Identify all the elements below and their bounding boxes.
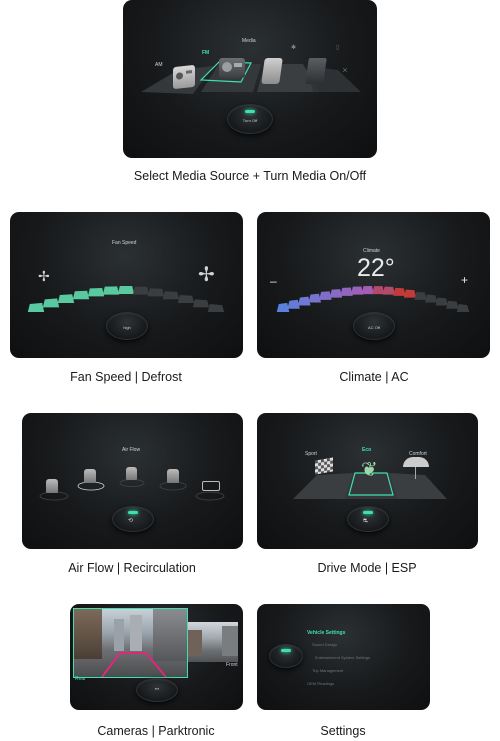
climate-segment-1[interactable] [287,299,300,309]
climate-knob[interactable]: AC Off [353,312,395,340]
climate-segment-9[interactable] [372,286,385,295]
airflow-knob[interactable]: ⟲ [112,506,154,532]
fan-segment-7[interactable] [132,286,150,295]
rear-camera-view[interactable] [73,608,188,678]
settings-caption: Settings [320,724,366,738]
radio-icon[interactable] [219,58,245,78]
parking-guidelines [101,652,167,677]
drive-knob-indicator [363,511,373,515]
climate-segment-13[interactable] [414,291,427,300]
settings-knob[interactable] [269,644,303,668]
climate-segment-4[interactable] [319,291,332,300]
front-camera-view[interactable] [188,622,238,662]
fan-knob[interactable]: high [106,312,148,340]
fan-segment-6[interactable] [117,286,135,294]
airflow-caption: Air Flow | Recirculation [68,561,196,575]
phone-small-icon: ▯ [336,45,340,51]
media-knob[interactable]: Turn Off [227,104,273,134]
cameras-panel: Rear Front ▪▪▪ [70,604,243,710]
plant-icon[interactable]: ❦ [361,457,378,482]
camera-label-front[interactable]: Front [226,662,238,668]
media-carousel [141,61,361,94]
camera-label-rear[interactable]: Rear [75,676,86,682]
climate-panel: Climate 22° – + AC Off [257,212,490,358]
seat-body-icon[interactable] [84,469,96,483]
settings-item-sound-design[interactable]: Sound Design [312,642,337,647]
settings-item-trip-management[interactable]: Trip Management [312,668,343,673]
fan-segment-1[interactable] [42,298,60,308]
seat-feet-icon[interactable] [46,479,58,493]
fan-segment-5[interactable] [102,286,120,295]
climate-segment-16[interactable] [446,300,459,309]
bluetooth-off-icon[interactable]: ⨯ [342,66,348,74]
settings-panel: Vehicle Settings Sound Design Entertainm… [257,604,430,710]
settings-item-entertainment[interactable]: Entertainment System Settings [315,655,370,660]
media-label-am[interactable]: AM [155,62,163,68]
fan-low-icon[interactable]: ✢ [38,268,50,285]
climate-segment-15[interactable] [435,297,449,306]
climate-segment-11[interactable] [393,287,406,296]
fan-segment-12[interactable] [207,304,225,312]
climate-segment-0[interactable] [276,302,290,312]
media-knob-label: Turn Off [242,118,258,124]
bluetooth-icon: ✱ [291,45,297,51]
radio-icon[interactable] [173,64,195,90]
climate-knob-label: AC Off [368,325,380,331]
settings-item-oem-readings[interactable]: OEM Readings [307,681,334,686]
parktronic-icon: ▪▪▪ [154,686,160,691]
beach-umbrella-pole-icon [415,467,416,479]
media-label-media[interactable]: Media [242,38,256,44]
fan-panel: Fan Speed ✢ ✢ high [10,212,243,358]
drive-panel: Sport Eco Comfort ❦ ⛐ [257,413,478,549]
climate-segment-10[interactable] [382,286,396,295]
drive-label-sport[interactable]: Sport [305,451,317,457]
media-label-fm[interactable]: FM [202,50,209,56]
tablet-icon[interactable] [305,58,327,84]
climate-segment-8[interactable] [361,286,374,295]
phone-icon[interactable] [261,58,283,84]
windshield-icon[interactable] [202,481,220,491]
recirculation-icon: ⟲ [128,518,134,524]
fan-knob-label: high [123,325,131,331]
fan-segment-4[interactable] [87,288,105,297]
settings-knob-indicator [281,648,291,652]
fan-segment-10[interactable] [177,295,195,303]
drive-label-eco[interactable]: Eco [362,447,371,453]
climate-segment-2[interactable] [297,296,311,306]
beach-umbrella-icon[interactable] [403,457,429,467]
media-panel: ⨯ ✱ ▯ AM FM Media Turn Off [123,0,377,158]
fan-segment-8[interactable] [147,288,165,297]
cameras-knob[interactable]: ▪▪▪ [136,678,178,702]
climate-segment-12[interactable] [403,289,417,298]
seat-face-icon[interactable] [167,469,179,483]
fan-segment-3[interactable] [72,290,90,300]
media-knob-indicator [245,110,255,114]
fan-segment-11[interactable] [192,299,210,308]
climate-segment-3[interactable] [308,293,322,303]
settings-item-vehicle-settings[interactable]: Vehicle Settings [307,630,345,636]
fan-high-icon[interactable]: ✢ [198,262,215,287]
fan-segment-2[interactable] [57,294,75,303]
climate-segment-7[interactable] [350,286,364,295]
climate-segment-17[interactable] [456,304,470,312]
fan-segment-9[interactable] [162,291,180,300]
media-caption: Select Media Source + Turn Media On/Off [133,169,367,183]
airflow-knob-indicator [128,511,138,515]
climate-segment-14[interactable] [424,294,438,303]
fan-segment-0[interactable] [27,302,45,312]
fan-caption: Fan Speed | Defrost [70,370,182,384]
climate-caption: Climate | AC [339,370,409,384]
drive-caption: Drive Mode | ESP [317,561,417,575]
esp-icon: ⛐ [363,518,369,524]
airflow-panel: Air Flow ⟲ [22,413,243,549]
seat-body-feet-icon[interactable] [126,467,137,480]
climate-segment-5[interactable] [329,289,343,298]
drive-knob[interactable]: ⛐ [347,506,389,532]
